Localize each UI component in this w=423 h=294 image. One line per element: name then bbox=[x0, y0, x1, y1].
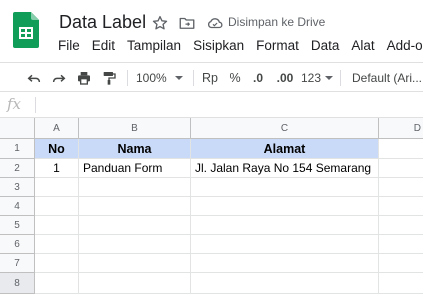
menu-edit[interactable]: Edit bbox=[86, 36, 121, 56]
cell-d4[interactable] bbox=[379, 197, 423, 216]
cell-a8[interactable] bbox=[35, 273, 79, 294]
column-header-c[interactable]: C bbox=[191, 118, 379, 139]
row-header-5[interactable]: 5 bbox=[0, 216, 35, 235]
cell-d8[interactable] bbox=[379, 273, 423, 294]
cell-d6[interactable] bbox=[379, 235, 423, 254]
cell-b8[interactable] bbox=[79, 273, 191, 294]
menu-format[interactable]: Format bbox=[250, 36, 305, 56]
redo-icon[interactable] bbox=[49, 63, 69, 92]
select-all-corner[interactable] bbox=[0, 118, 35, 139]
cell-c3[interactable] bbox=[191, 178, 379, 197]
cell-c1[interactable]: Alamat bbox=[191, 139, 379, 159]
cell-a6[interactable] bbox=[35, 235, 79, 254]
more-formats-label: 123 bbox=[301, 70, 322, 85]
zoom-select[interactable]: 100% bbox=[136, 63, 188, 92]
cell-a5[interactable] bbox=[35, 216, 79, 235]
cell-a3[interactable] bbox=[35, 178, 79, 197]
more-formats-button[interactable]: 123 bbox=[301, 63, 335, 92]
decrease-decimal-button[interactable]: .0 bbox=[248, 63, 268, 92]
toolbar: 100% Rp % .0 .00 123 Default (Ari... bbox=[0, 62, 423, 92]
cell-b5[interactable] bbox=[79, 216, 191, 235]
cell-b7[interactable] bbox=[79, 254, 191, 273]
menu-view[interactable]: Tampilan bbox=[121, 36, 187, 56]
menu-data[interactable]: Data bbox=[305, 36, 346, 56]
print-icon[interactable] bbox=[74, 63, 94, 92]
row-header-8[interactable]: 8 bbox=[0, 273, 35, 294]
cell-b1[interactable]: Nama bbox=[79, 139, 191, 159]
sheets-logo-icon[interactable] bbox=[13, 12, 39, 48]
move-to-folder-icon[interactable] bbox=[178, 14, 196, 32]
font-family-select[interactable]: Default (Ari... bbox=[352, 63, 423, 92]
row-header-2[interactable]: 2 bbox=[0, 159, 35, 178]
paint-format-icon[interactable] bbox=[99, 63, 119, 92]
cell-b4[interactable] bbox=[79, 197, 191, 216]
star-icon[interactable] bbox=[151, 14, 169, 32]
cell-c2[interactable]: Jl. Jalan Raya No 154 Semarang bbox=[191, 159, 379, 178]
menu-tools[interactable]: Alat bbox=[345, 36, 380, 56]
cell-a4[interactable] bbox=[35, 197, 79, 216]
cell-d1[interactable] bbox=[379, 139, 423, 159]
increase-decimal-label: .00 bbox=[276, 70, 294, 85]
cell-c4[interactable] bbox=[191, 197, 379, 216]
row-header-7[interactable]: 7 bbox=[0, 254, 35, 273]
percent-format-button[interactable]: % bbox=[226, 63, 244, 92]
cell-d3[interactable] bbox=[379, 178, 423, 197]
cell-b2[interactable]: Panduan Form bbox=[79, 159, 191, 178]
zoom-value: 100% bbox=[136, 70, 167, 85]
row-header-1[interactable]: 1 bbox=[0, 139, 35, 159]
menu-file[interactable]: File bbox=[52, 36, 86, 56]
cell-b6[interactable] bbox=[79, 235, 191, 254]
cell-d5[interactable] bbox=[379, 216, 423, 235]
menu-insert[interactable]: Sisipkan bbox=[187, 36, 250, 56]
formula-divider bbox=[35, 97, 36, 113]
currency-format-button[interactable]: Rp bbox=[200, 63, 220, 92]
cell-c7[interactable] bbox=[191, 254, 379, 273]
function-icon: fx bbox=[7, 95, 22, 113]
row-header-4[interactable]: 4 bbox=[0, 197, 35, 216]
save-status[interactable]: Disimpan ke Drive bbox=[228, 14, 325, 30]
chevron-down-icon bbox=[325, 75, 334, 80]
cell-c8[interactable] bbox=[191, 273, 379, 294]
row-header-6[interactable]: 6 bbox=[0, 235, 35, 254]
column-header-b[interactable]: B bbox=[79, 118, 191, 139]
cell-b3[interactable] bbox=[79, 178, 191, 197]
undo-icon[interactable] bbox=[24, 63, 44, 92]
menu-addons[interactable]: Add-on bbox=[381, 36, 423, 56]
decrease-decimal-label: .0 bbox=[252, 70, 263, 85]
cell-d7[interactable] bbox=[379, 254, 423, 273]
increase-decimal-button[interactable]: .00 bbox=[272, 63, 298, 92]
spreadsheet-grid: A B C D 1 2 3 4 5 6 7 8 No Nama Alamat 1… bbox=[0, 118, 423, 294]
chevron-down-icon bbox=[174, 75, 183, 80]
cell-c5[interactable] bbox=[191, 216, 379, 235]
row-header-3[interactable]: 3 bbox=[0, 178, 35, 197]
cell-a2[interactable]: 1 bbox=[35, 159, 79, 178]
document-title[interactable]: Data Label bbox=[59, 10, 146, 34]
formula-input[interactable] bbox=[40, 92, 423, 117]
font-family-value: Default (Ari... bbox=[352, 70, 423, 85]
cell-c6[interactable] bbox=[191, 235, 379, 254]
column-header-a[interactable]: A bbox=[35, 118, 79, 139]
title-bar: Data Label Disimpan ke Drive File Edit T… bbox=[0, 0, 423, 62]
column-header-d[interactable]: D bbox=[379, 118, 423, 139]
formula-bar: fx bbox=[0, 92, 423, 118]
cell-d2[interactable] bbox=[379, 159, 423, 178]
cloud-saved-icon[interactable] bbox=[206, 14, 224, 32]
menu-bar: File Edit Tampilan Sisipkan Format Data … bbox=[52, 36, 423, 56]
cell-a7[interactable] bbox=[35, 254, 79, 273]
cell-a1[interactable]: No bbox=[35, 139, 79, 159]
